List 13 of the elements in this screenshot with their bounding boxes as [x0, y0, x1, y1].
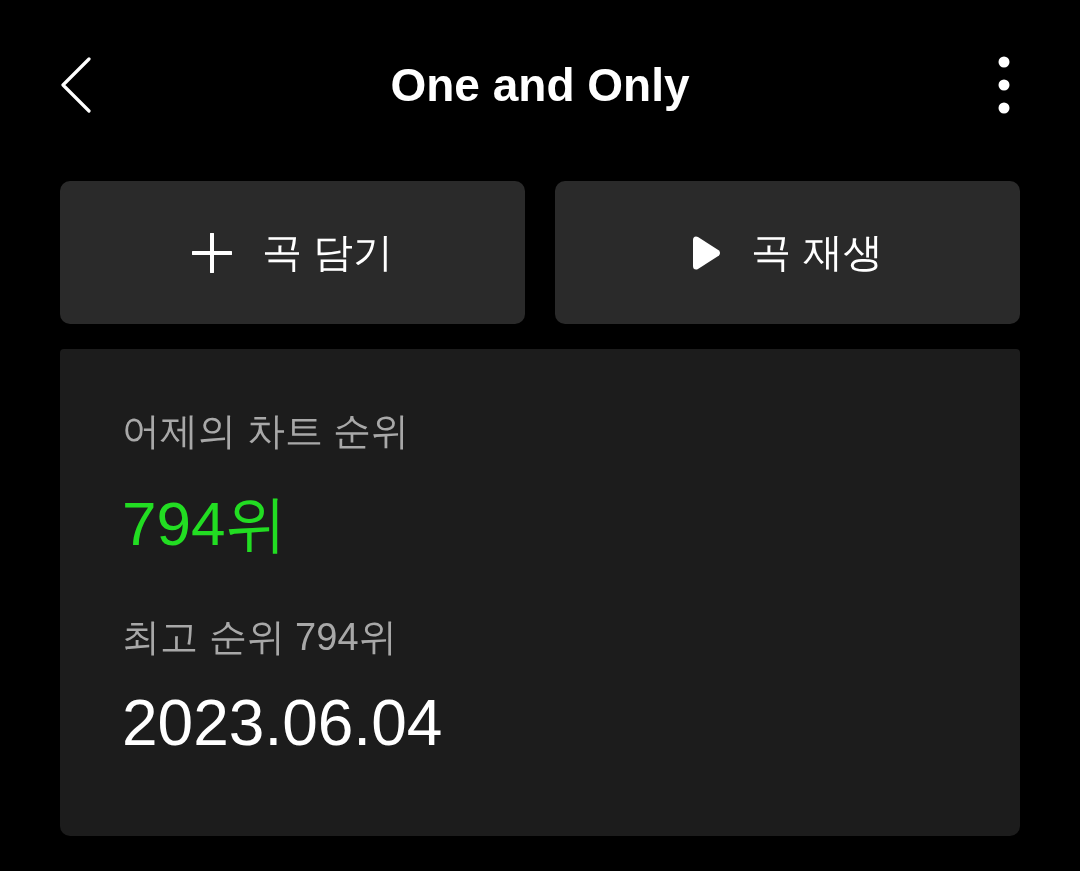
- song-title: One and Only: [390, 59, 690, 111]
- plus-icon: [191, 232, 232, 273]
- best-rank-label: 최고 순위 794위: [122, 615, 397, 660]
- back-chevron-icon: [60, 57, 92, 113]
- add-song-button[interactable]: 곡 담기: [60, 181, 525, 324]
- more-options-button[interactable]: [998, 56, 1010, 114]
- back-button[interactable]: [60, 57, 92, 113]
- best-rank-date: 2023.06.04: [122, 685, 443, 761]
- play-song-button[interactable]: 곡 재생: [555, 181, 1020, 324]
- yesterday-rank-label: 어제의 차트 순위: [122, 409, 410, 454]
- more-vertical-icon: [998, 56, 1010, 114]
- yesterday-rank-value: 794위: [122, 487, 288, 560]
- play-icon: [692, 234, 722, 271]
